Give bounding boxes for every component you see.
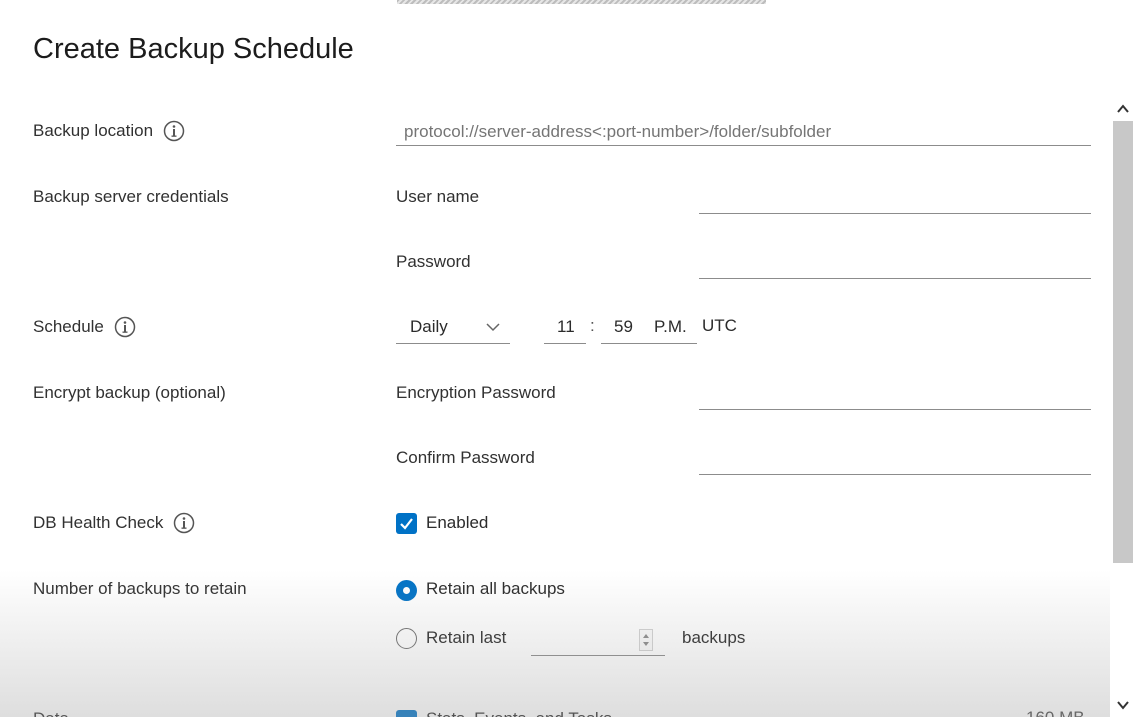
encryption-password-label: Encryption Password	[396, 383, 556, 402]
username-label: User name	[396, 187, 480, 206]
schedule-meridiem[interactable]: P.M.	[654, 317, 687, 337]
retain-last-suffix: backups	[682, 628, 746, 647]
vertical-scrollbar[interactable]	[1111, 97, 1135, 717]
db-health-check-checkbox[interactable]	[396, 513, 417, 534]
info-icon[interactable]	[114, 316, 136, 338]
dialog-title: Create Backup Schedule	[33, 33, 354, 65]
timezone-label: UTC	[702, 316, 737, 335]
confirm-password-input[interactable]	[699, 447, 1091, 475]
db-health-check-enabled-label[interactable]: Enabled	[426, 512, 488, 534]
db-health-check-label: DB Health Check	[33, 512, 195, 534]
backup-server-credentials-label: Backup server credentials	[33, 187, 229, 206]
backup-location-label: Backup location	[33, 120, 185, 142]
retain-all-label[interactable]: Retain all backups	[426, 578, 565, 600]
data-label: Data	[33, 708, 69, 717]
schedule-frequency-value: Daily	[410, 317, 448, 336]
db-health-check-label-text: DB Health Check	[33, 513, 164, 532]
retain-count-stepper[interactable]	[531, 625, 665, 656]
create-backup-schedule-dialog: Create Backup Schedule Backup location B…	[0, 0, 1141, 717]
confirm-password-label: Confirm Password	[396, 448, 535, 467]
backups-to-retain-label: Number of backups to retain	[33, 579, 247, 598]
checkmark-icon	[400, 518, 413, 530]
retain-all-radio[interactable]	[396, 580, 417, 601]
drag-handle[interactable]	[397, 0, 766, 4]
chevron-down-icon[interactable]	[1115, 697, 1131, 713]
schedule-label: Schedule	[33, 316, 136, 338]
chevron-down-icon	[486, 323, 500, 332]
password-label: Password	[396, 252, 471, 271]
encryption-password-input[interactable]	[699, 382, 1091, 410]
data-stats-events-tasks-checkbox[interactable]	[396, 710, 417, 717]
schedule-minute-input[interactable]: 59 P.M.	[601, 312, 697, 344]
encrypt-backup-label: Encrypt backup (optional)	[33, 383, 226, 402]
schedule-hour-input[interactable]: 11	[544, 312, 586, 344]
retain-last-label[interactable]: Retain last	[426, 627, 506, 649]
backup-location-input[interactable]	[396, 118, 1091, 146]
time-separator: :	[590, 316, 595, 335]
retain-last-radio[interactable]	[396, 628, 417, 649]
stepper-arrows-icon[interactable]	[639, 629, 653, 651]
password-input[interactable]	[699, 251, 1091, 279]
username-input[interactable]	[699, 186, 1091, 214]
schedule-minute-value: 59	[614, 317, 633, 336]
data-stats-events-tasks-label[interactable]: Stats, Events, and Tasks	[426, 708, 612, 717]
schedule-hour-value: 11	[557, 317, 575, 336]
schedule-frequency-select[interactable]: Daily	[396, 312, 510, 344]
scrollbar-thumb[interactable]	[1113, 121, 1133, 563]
data-item-size: 160 MB	[1026, 708, 1085, 717]
info-icon[interactable]	[173, 512, 195, 534]
backup-location-label-text: Backup location	[33, 121, 154, 140]
chevron-up-icon[interactable]	[1115, 101, 1131, 117]
schedule-label-text: Schedule	[33, 317, 104, 336]
info-icon[interactable]	[163, 120, 185, 142]
